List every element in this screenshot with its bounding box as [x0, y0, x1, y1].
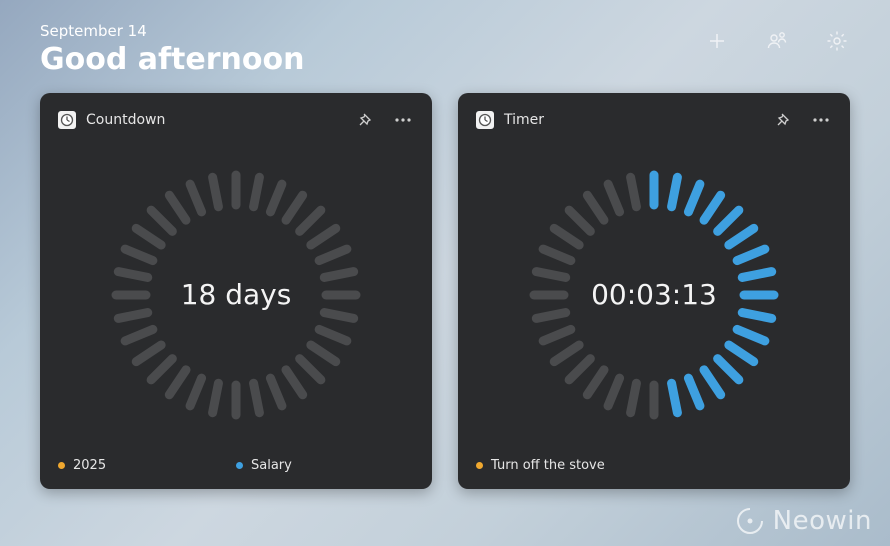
pin-button[interactable] [352, 109, 374, 131]
ellipsis-icon [812, 117, 830, 123]
plus-icon [707, 31, 727, 51]
watermark-icon [735, 506, 765, 536]
date: September 14 [40, 22, 304, 40]
legend-label: 2025 [73, 458, 106, 473]
legend-label: Salary [251, 458, 292, 473]
more-button[interactable] [392, 109, 414, 131]
dial-wrap: 18 days [58, 131, 414, 458]
ellipsis-icon [394, 117, 412, 123]
dial-svg [106, 165, 366, 425]
legend-item: 2025 [58, 458, 236, 473]
pin-icon [773, 112, 790, 129]
more-button[interactable] [810, 109, 832, 131]
cards-row: Countdown 18 days 2025 Salary [0, 87, 890, 489]
legend-item: Salary [236, 458, 414, 473]
dial: 18 days [106, 165, 366, 425]
card-title: Timer [504, 112, 752, 128]
account-button[interactable] [764, 28, 790, 54]
widgets-header: September 14 Good afternoon [0, 0, 890, 87]
watermark: Neowin [735, 506, 872, 536]
legend-dot [476, 462, 483, 469]
person-icon [766, 30, 788, 52]
legend-dot [236, 462, 243, 469]
legend-dot [58, 462, 65, 469]
clock-app-icon [476, 111, 494, 129]
clock-app-icon [58, 111, 76, 129]
countdown-card: Countdown 18 days 2025 Salary [40, 93, 432, 489]
legend-label: Turn off the stove [491, 458, 605, 473]
timer-card: Timer 00:03:13 Turn off the stove [458, 93, 850, 489]
legend: Turn off the stove [476, 458, 832, 473]
pin-icon [355, 112, 372, 129]
card-header: Countdown [58, 109, 414, 131]
watermark-text: Neowin [773, 506, 872, 536]
add-button[interactable] [704, 28, 730, 54]
legend-item: Turn off the stove [476, 458, 654, 473]
header-text: September 14 Good afternoon [40, 22, 304, 77]
dial: 00:03:13 [524, 165, 784, 425]
pin-button[interactable] [770, 109, 792, 131]
legend: 2025 Salary [58, 458, 414, 473]
dial-svg [524, 165, 784, 425]
greeting: Good afternoon [40, 42, 304, 77]
header-actions [704, 22, 850, 54]
dial-wrap: 00:03:13 [476, 131, 832, 458]
gear-icon [826, 30, 848, 52]
settings-button[interactable] [824, 28, 850, 54]
card-title: Countdown [86, 112, 334, 128]
card-header: Timer [476, 109, 832, 131]
